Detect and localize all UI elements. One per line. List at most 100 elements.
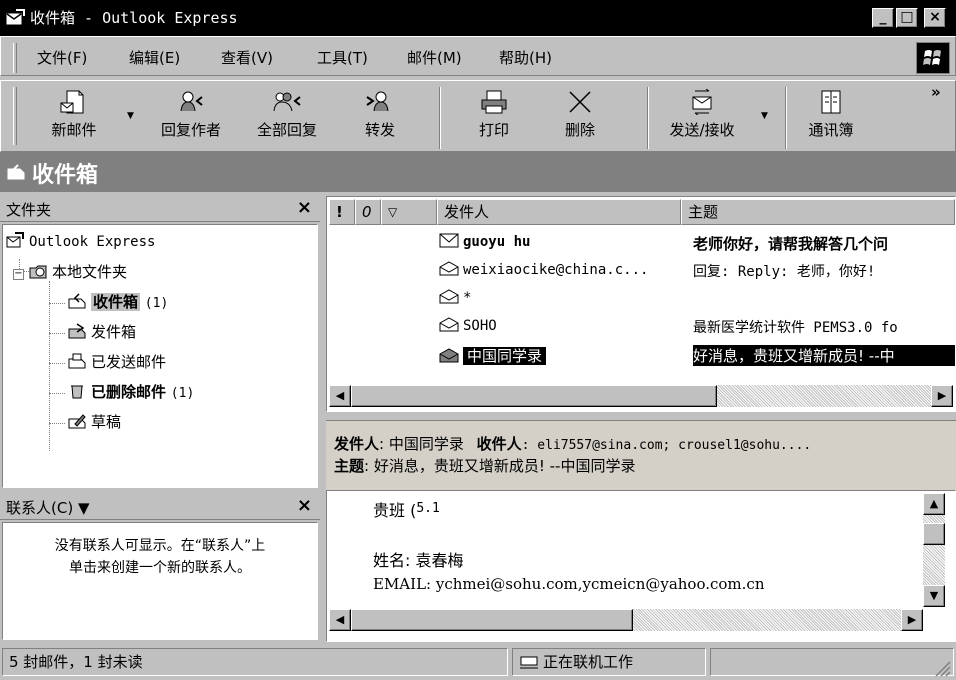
folder-title: 收件箱 bbox=[32, 163, 99, 188]
menu-file[interactable]: 文件(F) bbox=[37, 47, 87, 68]
toolbar-separator bbox=[647, 87, 649, 149]
folder-pane-header: 文件夹 × bbox=[0, 196, 320, 222]
forward-button[interactable]: 转发 bbox=[357, 89, 403, 149]
scroll-left-icon[interactable]: ◀ bbox=[329, 385, 351, 407]
scroll-down-icon[interactable]: ▼ bbox=[923, 585, 945, 607]
unread-envelope-icon bbox=[439, 233, 459, 248]
maximize-button[interactable]: □ bbox=[896, 8, 918, 28]
preview-body[interactable]: 贵班 (5.1 姓名: 袁春梅 EMAIL: ychmei@sohu.com,y… bbox=[326, 490, 956, 642]
message-from: * bbox=[439, 289, 685, 306]
preview-vscrollbar[interactable]: ▲ ▼ bbox=[923, 493, 945, 607]
contacts-empty-line2: 单击来创建一个新的联系人。 bbox=[69, 560, 251, 576]
menu-view[interactable]: 查看(V) bbox=[221, 47, 273, 68]
new-mail-dropdown-icon[interactable]: ▼ bbox=[127, 111, 134, 121]
preview-hscrollbar[interactable]: ◀ ▶ bbox=[329, 609, 923, 631]
message-row[interactable]: weixiaocike@china.c... 回复: Reply: 老师，你好! bbox=[329, 257, 955, 285]
menu-help[interactable]: 帮助(H) bbox=[499, 47, 552, 68]
message-list-hscrollbar[interactable]: ◀ ▶ bbox=[329, 385, 953, 407]
print-label: 打印 bbox=[478, 121, 509, 139]
tree-node-outlook-express[interactable]: Outlook Express bbox=[5, 231, 155, 250]
preview-subject-line: 主题: 好消息，贵班又增新成员! --中国同学录 bbox=[334, 455, 635, 476]
column-flag[interactable]: ▽ bbox=[381, 199, 437, 225]
close-icon: × bbox=[929, 9, 941, 25]
send-receive-button[interactable]: 发送/接收 bbox=[657, 89, 747, 149]
scroll-thumb[interactable] bbox=[351, 385, 717, 407]
status-message-count: 5 封邮件，1 封未读 bbox=[2, 648, 508, 676]
minimize-icon: _ bbox=[879, 9, 887, 25]
collapse-icon[interactable]: − bbox=[13, 269, 24, 280]
contacts-pane-close-icon[interactable]: × bbox=[297, 495, 312, 516]
column-from[interactable]: 发件人 bbox=[437, 199, 681, 225]
close-button[interactable]: × bbox=[924, 8, 946, 28]
message-row[interactable]: guoyu hu 老师你好，请帮我解答几个问 bbox=[329, 229, 955, 257]
preview-body-line3: EMAIL: ychmei@sohu.com,ycmeicn@yahoo.com… bbox=[373, 575, 765, 593]
message-list: ! 0 ▽ 发件人 主题 guoyu hu 老师你好，请帮我解答几个问 weix… bbox=[326, 196, 956, 412]
title-bar[interactable]: 收件箱 - Outlook Express _ □ × bbox=[0, 0, 956, 36]
print-button[interactable]: 打印 bbox=[471, 89, 517, 149]
menu-message[interactable]: 邮件(M) bbox=[407, 47, 462, 68]
reply-all-label: 全部回复 bbox=[256, 121, 317, 139]
scroll-thumb[interactable] bbox=[351, 609, 633, 631]
reply-button[interactable]: 回复作者 bbox=[149, 89, 233, 149]
preview-subject-label: 主题 bbox=[334, 457, 365, 475]
folder-pane-title: 文件夹 bbox=[6, 201, 52, 219]
message-row[interactable]: * bbox=[329, 285, 955, 313]
tree-node-local-folders[interactable]: − 本地文件夹 bbox=[13, 261, 127, 282]
message-row[interactable]: SOHO 最新医学统计软件 PEMS3.0 fo bbox=[329, 313, 955, 341]
folder-pane-close-icon[interactable]: × bbox=[297, 197, 312, 218]
resize-grip-icon[interactable] bbox=[932, 658, 952, 678]
tree-node-deleted-items[interactable]: 已删除邮件 (1) bbox=[67, 381, 194, 402]
toolbar-overflow-button[interactable]: » bbox=[931, 83, 941, 101]
delete-button[interactable]: 删除 bbox=[557, 89, 603, 149]
deleted-items-folder-icon bbox=[71, 385, 83, 399]
scroll-right-icon[interactable]: ▶ bbox=[931, 385, 953, 407]
reply-all-icon bbox=[273, 92, 301, 112]
read-envelope-icon bbox=[439, 289, 459, 304]
tree-label-sent-items: 已发送邮件 bbox=[91, 353, 167, 371]
column-subject[interactable]: 主题 bbox=[681, 199, 955, 225]
status-empty-panel bbox=[710, 648, 954, 676]
contacts-pane-title[interactable]: 联系人(C) ▼ bbox=[6, 497, 89, 518]
toolbar-grip[interactable] bbox=[13, 87, 17, 145]
minimize-button[interactable]: _ bbox=[872, 8, 894, 28]
address-book-label: 通讯簿 bbox=[808, 121, 854, 139]
read-envelope-icon bbox=[439, 261, 459, 276]
read-envelope-icon bbox=[439, 317, 459, 332]
menu-tools[interactable]: 工具(T) bbox=[317, 47, 368, 68]
tree-label-drafts: 草稿 bbox=[91, 413, 122, 431]
preview-subject-value: : 好消息，贵班又增新成员! --中国同学录 bbox=[364, 457, 636, 475]
message-row-selected[interactable]: 中国同学录 好消息，贵班又增新成员! --中 bbox=[329, 341, 955, 369]
menu-grip[interactable] bbox=[13, 43, 17, 73]
scroll-thumb[interactable] bbox=[923, 523, 945, 545]
column-attachment[interactable]: 0 bbox=[355, 199, 381, 225]
outbox-folder-icon bbox=[68, 323, 86, 339]
tree-line bbox=[49, 303, 65, 304]
inbox-unread-count: (1) bbox=[144, 296, 169, 311]
new-mail-button[interactable]: 新邮件 bbox=[39, 89, 109, 149]
message-from: SOHO bbox=[439, 317, 685, 334]
preview-header: 发件人: 中国同学录 收件人: eli7557@sina.com; crouse… bbox=[326, 420, 956, 490]
tree-label-outbox: 发件箱 bbox=[91, 323, 137, 341]
tree-node-drafts[interactable]: 草稿 bbox=[67, 411, 121, 432]
tree-node-inbox[interactable]: 收件箱 (1) bbox=[67, 291, 168, 312]
menu-edit[interactable]: 编辑(E) bbox=[129, 47, 180, 68]
maximize-icon: □ bbox=[900, 9, 914, 25]
tree-line bbox=[49, 363, 65, 364]
reply-all-button[interactable]: 全部回复 bbox=[245, 89, 329, 149]
menu-bar: 文件(F) 编辑(E) 查看(V) 工具(T) 邮件(M) 帮助(H) bbox=[0, 36, 956, 76]
scroll-up-icon[interactable]: ▲ bbox=[923, 493, 945, 515]
outlook-express-icon bbox=[6, 232, 24, 248]
send-receive-dropdown-icon[interactable]: ▼ bbox=[761, 111, 768, 121]
windows-logo-icon bbox=[916, 42, 950, 74]
tree-node-sent-items[interactable]: 已发送邮件 bbox=[67, 351, 166, 372]
scroll-right-icon[interactable]: ▶ bbox=[901, 609, 923, 631]
column-priority[interactable]: ! bbox=[329, 199, 355, 225]
toolbar-separator bbox=[785, 87, 787, 149]
preview-to-label: 收件人 bbox=[476, 435, 522, 453]
tree-node-outbox[interactable]: 发件箱 bbox=[67, 321, 136, 342]
inbox-icon bbox=[7, 164, 25, 180]
contacts-pane-header[interactable]: 联系人(C) ▼ × bbox=[0, 494, 320, 520]
address-book-button[interactable]: 通讯簿 bbox=[801, 89, 861, 149]
scroll-left-icon[interactable]: ◀ bbox=[329, 609, 351, 631]
folder-pane: 文件夹 × Outlook Express − 本地文件夹 收件箱 (1) 发件… bbox=[0, 196, 320, 490]
